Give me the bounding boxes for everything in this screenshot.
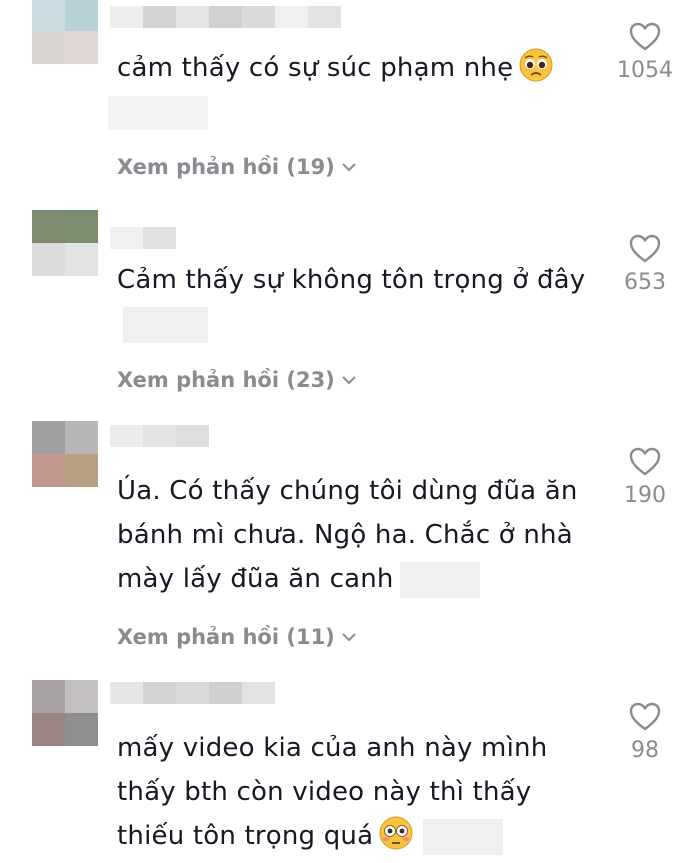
heart-icon	[629, 22, 661, 51]
redacted-emoji	[423, 818, 504, 855]
like-button[interactable]: 98	[610, 702, 680, 763]
heart-icon	[629, 447, 661, 476]
comment-item: Úa. Có thấy chúng tôi dùng đũa ăn bánh m…	[0, 405, 700, 660]
like-button[interactable]: 653	[610, 234, 680, 295]
like-button[interactable]: 190	[610, 447, 680, 508]
like-button[interactable]: 1054	[610, 22, 680, 83]
heart-icon	[629, 234, 661, 263]
pleading-face-emoji	[519, 48, 553, 82]
avatar[interactable]	[32, 421, 98, 487]
comment-text: cảm thấy có sự súc phạm nhẹ	[117, 46, 587, 90]
view-replies-button[interactable]: Xem phản hồi (23)	[117, 368, 357, 392]
comment-text: Cảm thấy sự không tôn trọng ở đây	[117, 258, 587, 346]
avatar[interactable]	[32, 210, 98, 276]
like-count: 653	[624, 270, 666, 295]
view-replies-button[interactable]: Xem phản hồi (19)	[117, 155, 357, 179]
comment-item: Cảm thấy sự không tôn trọng ở đây Xem ph…	[0, 200, 700, 405]
avatar[interactable]	[32, 680, 98, 746]
like-count: 1054	[617, 58, 673, 83]
timestamp-redacted	[108, 96, 208, 130]
like-count: 190	[624, 483, 666, 508]
redacted-emoji	[123, 306, 208, 343]
chevron-down-icon	[342, 633, 356, 642]
username-redacted[interactable]	[110, 6, 341, 28]
like-count: 98	[631, 738, 659, 763]
flushed-face-emoji	[379, 816, 413, 850]
heart-icon	[629, 702, 661, 731]
avatar[interactable]	[32, 0, 98, 64]
chevron-down-icon	[342, 163, 356, 172]
comment-text: mấy video kia của anh này mình thấy bth …	[117, 726, 587, 858]
redacted-emoji	[399, 561, 480, 598]
chevron-down-icon	[342, 376, 356, 385]
comment-item: cảm thấy có sự súc phạm nhẹ Xem phản hồi…	[0, 0, 700, 200]
username-redacted[interactable]	[110, 227, 176, 249]
username-redacted[interactable]	[110, 682, 275, 704]
username-redacted[interactable]	[110, 425, 209, 447]
comment-item: mấy video kia của anh này mình thấy bth …	[0, 660, 700, 863]
view-replies-button[interactable]: Xem phản hồi (11)	[117, 625, 357, 649]
comment-text: Úa. Có thấy chúng tôi dùng đũa ăn bánh m…	[117, 469, 597, 601]
